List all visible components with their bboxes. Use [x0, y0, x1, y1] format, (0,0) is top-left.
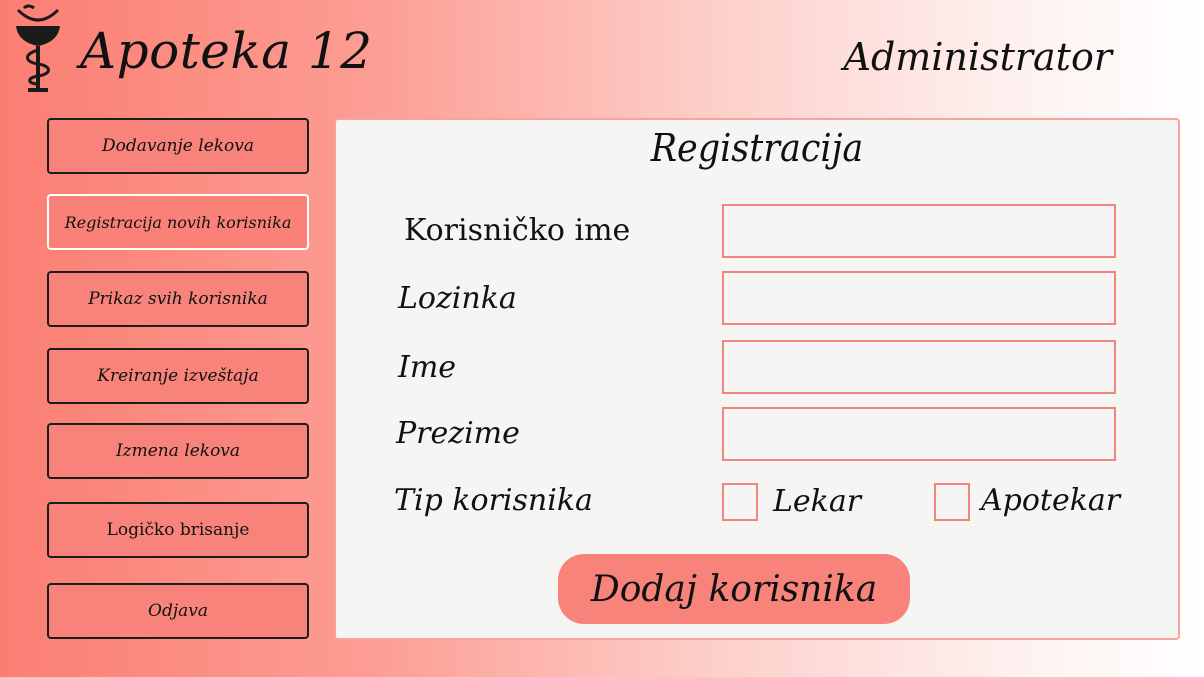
lekar-label: Lekar [773, 484, 862, 519]
nav-button-label: Registracija novih korisnika [64, 212, 292, 232]
nav-button-izmena-lekova[interactable]: Izmena lekova [47, 423, 309, 479]
nav-button-dodavanje-lekova[interactable]: Dodavanje lekova [47, 118, 309, 174]
lekar-checkbox[interactable] [722, 483, 758, 521]
nav-button-label: Kreiranje izveštaja [97, 366, 259, 386]
nav-button-prikaz-korisnika[interactable]: Prikaz svih korisnika [47, 271, 309, 327]
nav-button-registracija[interactable]: Registracija novih korisnika [47, 194, 309, 250]
username-label: Korisničko ime [404, 213, 631, 248]
nav-button-kreiranje-izvestaja[interactable]: Kreiranje izveštaja [47, 348, 309, 404]
app-title: Apoteka 12 [80, 22, 373, 80]
last-name-input[interactable] [722, 407, 1116, 461]
user-type-label: Tip korisnika [394, 483, 593, 518]
first-name-input[interactable] [722, 340, 1116, 394]
user-role-label: Administrator [843, 35, 1113, 79]
nav-button-logicko-brisanje[interactable]: Logičko brisanje [47, 502, 309, 558]
password-label: Lozinka [398, 281, 517, 316]
panel-title: Registracija [650, 126, 864, 170]
nav-button-odjava[interactable]: Odjava [47, 583, 309, 639]
password-input[interactable] [722, 271, 1116, 325]
registration-panel: Registracija Korisničko ime Lozinka Ime … [334, 118, 1180, 640]
nav-button-label: Logičko brisanje [106, 520, 250, 540]
first-name-label: Ime [398, 350, 457, 385]
nav-button-label: Prikaz svih korisnika [88, 289, 268, 309]
add-user-button-label: Dodaj korisnika [590, 568, 878, 610]
last-name-label: Prezime [396, 416, 520, 451]
caduceus-bowl-icon [16, 4, 60, 92]
apotekar-checkbox[interactable] [934, 483, 970, 521]
apotekar-label: Apotekar [981, 483, 1121, 518]
nav-button-label: Dodavanje lekova [101, 136, 255, 156]
nav-button-label: Odjava [148, 601, 208, 621]
nav-button-label: Izmena lekova [115, 441, 241, 461]
add-user-button[interactable]: Dodaj korisnika [558, 554, 910, 624]
username-input[interactable] [722, 204, 1116, 258]
